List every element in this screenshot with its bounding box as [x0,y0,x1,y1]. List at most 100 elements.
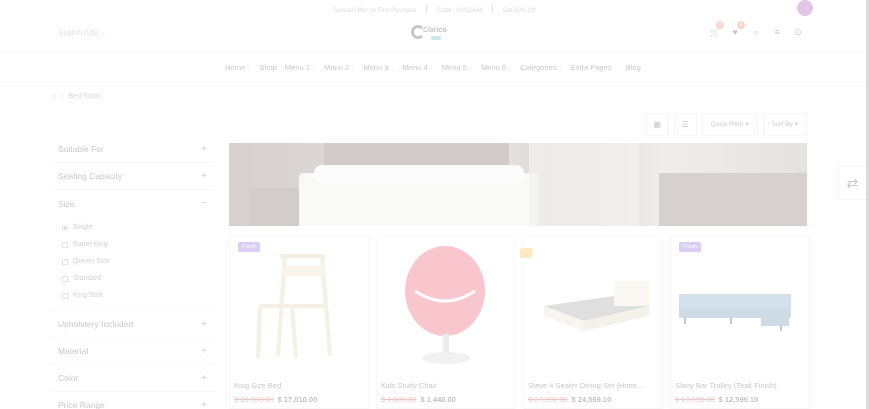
size-option[interactable]: Super King [62,236,207,253]
dresser-shape [659,173,807,226]
cart-count-badge: 0 [716,21,724,29]
size-option[interactable]: King Size [62,287,207,304]
size-option[interactable]: Single [62,219,207,236]
breadcrumb-separator: › [61,93,64,100]
old-price: $ 13,999.00 [675,395,715,404]
egg-chair-image [405,246,485,364]
product-price: $ 18,900.00 $ 17,010.00 [234,395,317,404]
size-option[interactable]: Queen Size [62,253,207,270]
bed-image [544,281,649,331]
product-name[interactable]: Kids Study Chair [381,381,437,390]
product-name[interactable]: King Size Bed [234,381,281,390]
nav-item-menu-2[interactable]: Menu 2 ⌄ [324,63,355,72]
filter-size[interactable]: Size − [50,190,215,217]
nav-item-menu-5[interactable]: Menu 5 ⌄ [442,63,473,72]
logo-tag [431,36,441,40]
size-option-label: Single [73,224,93,231]
filter-seating-capacity[interactable]: Seating Capacity + [50,163,215,190]
filter-suitable-for[interactable]: Suitable For + [50,136,215,163]
product-name[interactable]: Steve 4 Seater Dining Set (Hone... [528,381,643,390]
filter-color[interactable]: Color + [50,365,215,392]
nav-item-label: Shop [259,63,277,72]
old-price: $ 18,900.00 [234,395,274,404]
main-nav: Home ⌄ Shop Menu 1 ⌄ Menu 2 ⌄ Menu 3 ⌄ Menu 4 ⌄ Men… [0,63,866,72]
nav-item-menu-4[interactable]: Menu 4 ⌄ [403,63,434,72]
nav-item-menu-1[interactable]: Menu 1 ⌄ [285,63,316,72]
cart-icon[interactable]: 🛒 0 [709,21,724,37]
breadcrumb: ⌂ › Bed Room [52,93,102,100]
avatar[interactable] [797,0,813,16]
nav-item-label: Menu 1 [284,63,310,72]
filter-price-range[interactable]: Price Range + [50,392,215,409]
size-option[interactable]: Standard [62,270,207,287]
search-icon[interactable]: ⌕ [751,27,761,37]
product-grid: Fresh King Size Bed $ 18,900.00 $ 17,010.… [229,235,810,409]
sort-by-label: Sort By [771,121,793,128]
nav-item-menu-6[interactable]: Menu 6 ⌄ [481,63,512,72]
promo-divider [426,5,428,13]
nav-item-shop[interactable]: Shop [259,63,277,72]
nav-item-menu-3[interactable]: Menu 3 ⌄ [363,63,394,72]
nav-item-extra-pages[interactable]: Extra Pages ⌄ [571,63,618,72]
size-option-label: Standard [73,275,102,282]
product-card[interactable]: Kids Study Chair $ 1,600.00 $ 1,440.00 [376,235,516,409]
product-name[interactable]: Slany Bar Trolley (Teak Finish) [675,381,777,390]
product-label: Fresh [679,242,702,252]
current-price: $ 17,010.00 [277,395,318,404]
wishlist-icon[interactable]: ♥ 0 [730,21,745,37]
home-icon[interactable]: ⌂ [52,93,56,100]
plus-icon: + [201,170,207,182]
nav-item-label: Menu 6 [481,63,507,72]
minus-icon: − [201,198,207,209]
chevron-down-icon: ⌄ [247,66,252,72]
filter-title: Material [58,346,89,356]
nav-item-label: Home [225,63,246,72]
checkbox-icon[interactable] [62,292,68,299]
mirror-shape [529,143,639,226]
language-selector[interactable]: English (US) ⌄ [59,29,106,37]
settings-icon[interactable]: ≡ [772,27,782,37]
chevron-down-icon: ⌄ [508,66,513,72]
logo[interactable]: Clarico [411,23,449,43]
product-card[interactable]: Fresh King Size Bed $ 18,900.00 $ 17,010.… [229,235,369,409]
user-icon[interactable]: ⊙ [793,27,803,37]
nav-divider [0,82,866,83]
compare-icon[interactable]: ⇄ [838,166,866,200]
product-price: $ 13,999.00 $ 12,599.10 [675,395,758,404]
checkbox-icon[interactable] [62,258,68,265]
chevron-down-icon: ⌄ [351,66,356,72]
filter-title: Seating Capacity [58,171,123,181]
checkbox-icon[interactable] [62,241,68,248]
size-option-label: Queen Size [73,258,110,265]
chevron-down-icon: ⌄ [558,66,563,72]
chevron-down-icon: ⌄ [429,66,434,72]
product-card[interactable]: Steve 4 Seater Dining Set (Hone... $ 27,… [520,235,663,409]
breadcrumb-current: Bed Room [68,93,102,100]
quick-filter-button[interactable]: Quick Filter ▾ [701,113,758,136]
nav-item-label: Blog [625,63,641,72]
filter-material[interactable]: Material + [50,338,215,365]
filter-title: Price Range [58,400,105,409]
nav-item-blog[interactable]: Blog [626,63,641,72]
checkbox-icon[interactable] [62,275,68,282]
product-price: $ 27,299.00 $ 24,569.10 [528,395,611,404]
list-view-icon[interactable]: ☰ [673,113,697,136]
grid-view-icon[interactable]: ▦ [645,113,669,136]
nav-item-categories[interactable]: Categories ⌄ [520,63,562,72]
filter-sidebar: Suitable For + Seating Capacity + Size − Si… [50,136,215,409]
chevron-down-icon: ⌄ [311,66,317,72]
language-label: English (US) [59,30,99,37]
sort-by-button[interactable]: Sort By ▾ [762,113,807,136]
filter-title: Suitable For [58,144,104,154]
pillow-shape [314,165,524,183]
size-option-label: Super King [73,241,108,248]
size-option-label: King Size [73,292,103,299]
nav-item-home[interactable]: Home ⌄ [225,63,251,72]
nav-item-label: Extra Pages [570,63,612,72]
filter-upholstery[interactable]: Upholstery Included + [50,311,215,338]
radio-selected-icon[interactable] [62,224,68,231]
quick-filter-label: Quick Filter [710,121,744,128]
product-card[interactable]: Fresh Slany Bar Trolley (Teak Finish) $ … [670,235,810,409]
promo-divider [492,5,494,13]
nav-item-label: Menu 5 [441,63,467,72]
